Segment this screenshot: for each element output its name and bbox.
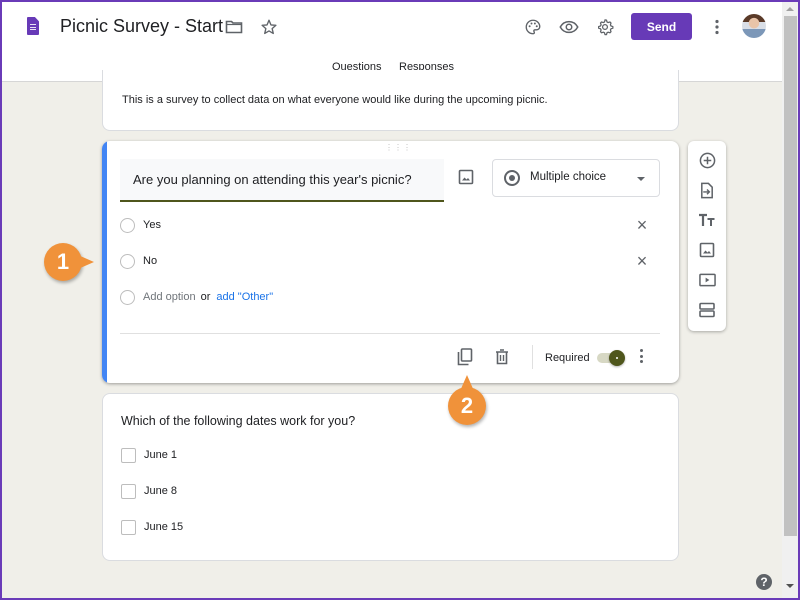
- folder-icon[interactable]: [222, 15, 246, 39]
- option-row: No: [120, 251, 157, 271]
- form-description-card[interactable]: This is a survey to collect data on what…: [102, 70, 679, 131]
- question-type-label: Multiple choice: [530, 171, 607, 183]
- option-row: Yes: [120, 215, 161, 235]
- add-other-link[interactable]: add "Other": [216, 291, 273, 303]
- google-forms-icon[interactable]: [27, 17, 39, 35]
- divider: [120, 333, 660, 334]
- delete-icon[interactable]: [493, 348, 511, 366]
- or-label: or: [200, 291, 211, 303]
- option-label[interactable]: June 1: [144, 449, 177, 461]
- add-video-icon[interactable]: [697, 270, 717, 290]
- scroll-thumb[interactable]: [784, 16, 797, 536]
- question-card-active[interactable]: ⋮⋮⋮ Multiple choice Yes × No × Add optio…: [102, 141, 679, 383]
- checkbox-option: June 8: [121, 482, 177, 500]
- checkbox[interactable]: [121, 447, 136, 463]
- checkbox[interactable]: [121, 483, 136, 499]
- scroll-up-arrow-icon[interactable]: [786, 7, 794, 11]
- option-label[interactable]: No: [143, 255, 157, 267]
- radio-icon: [120, 217, 135, 233]
- avatar[interactable]: [742, 14, 766, 38]
- eye-icon[interactable]: [557, 15, 581, 39]
- more-options-icon[interactable]: [638, 349, 644, 365]
- remove-option-icon[interactable]: ×: [635, 216, 649, 234]
- help-icon[interactable]: ?: [756, 574, 772, 590]
- send-button[interactable]: Send: [631, 13, 692, 40]
- option-label[interactable]: June 8: [144, 485, 177, 497]
- star-icon[interactable]: [257, 15, 281, 39]
- add-option-button[interactable]: Add option: [143, 291, 196, 303]
- add-option-row: Add option or add "Other": [120, 287, 273, 307]
- add-question-icon[interactable]: [697, 150, 717, 170]
- scroll-down-arrow-icon[interactable]: [786, 584, 794, 588]
- checkbox-option: June 15: [121, 518, 183, 536]
- chevron-down-icon: [637, 177, 645, 181]
- add-image-icon[interactable]: [697, 240, 717, 260]
- add-title-icon[interactable]: [697, 210, 717, 230]
- add-image-icon[interactable]: [457, 168, 475, 186]
- radio-button-icon: [504, 170, 520, 186]
- vertical-scrollbar[interactable]: [782, 2, 798, 598]
- import-questions-icon[interactable]: [697, 180, 717, 200]
- question-card[interactable]: Which of the following dates work for yo…: [102, 393, 679, 561]
- add-section-icon[interactable]: [697, 300, 717, 320]
- palette-icon[interactable]: [521, 15, 545, 39]
- option-label[interactable]: June 15: [144, 521, 183, 533]
- checkbox[interactable]: [121, 519, 136, 535]
- remove-option-icon[interactable]: ×: [635, 252, 649, 270]
- more-vert-icon[interactable]: [705, 15, 729, 39]
- callout-badge: 1: [44, 243, 94, 281]
- required-toggle[interactable]: [597, 350, 625, 366]
- callout-badge: 2: [448, 375, 486, 425]
- side-toolbar: [688, 141, 726, 331]
- active-card-indicator: [102, 141, 107, 383]
- question-title-input[interactable]: [120, 159, 444, 202]
- radio-icon: [120, 253, 135, 269]
- drag-handle-icon[interactable]: ⋮⋮⋮: [385, 144, 411, 154]
- radio-icon: [120, 289, 135, 305]
- required-label: Required: [545, 352, 590, 364]
- document-title[interactable]: Picnic Survey - Start: [60, 16, 223, 37]
- option-label[interactable]: Yes: [143, 219, 161, 231]
- form-description[interactable]: This is a survey to collect data on what…: [122, 94, 548, 106]
- gear-icon[interactable]: [593, 15, 617, 39]
- footer-separator: [532, 345, 533, 369]
- checkbox-option: June 1: [121, 446, 177, 464]
- question-title[interactable]: Which of the following dates work for yo…: [121, 414, 355, 428]
- toggle-knob: [609, 350, 625, 366]
- duplicate-icon[interactable]: [456, 348, 474, 366]
- question-type-dropdown[interactable]: Multiple choice: [492, 159, 660, 197]
